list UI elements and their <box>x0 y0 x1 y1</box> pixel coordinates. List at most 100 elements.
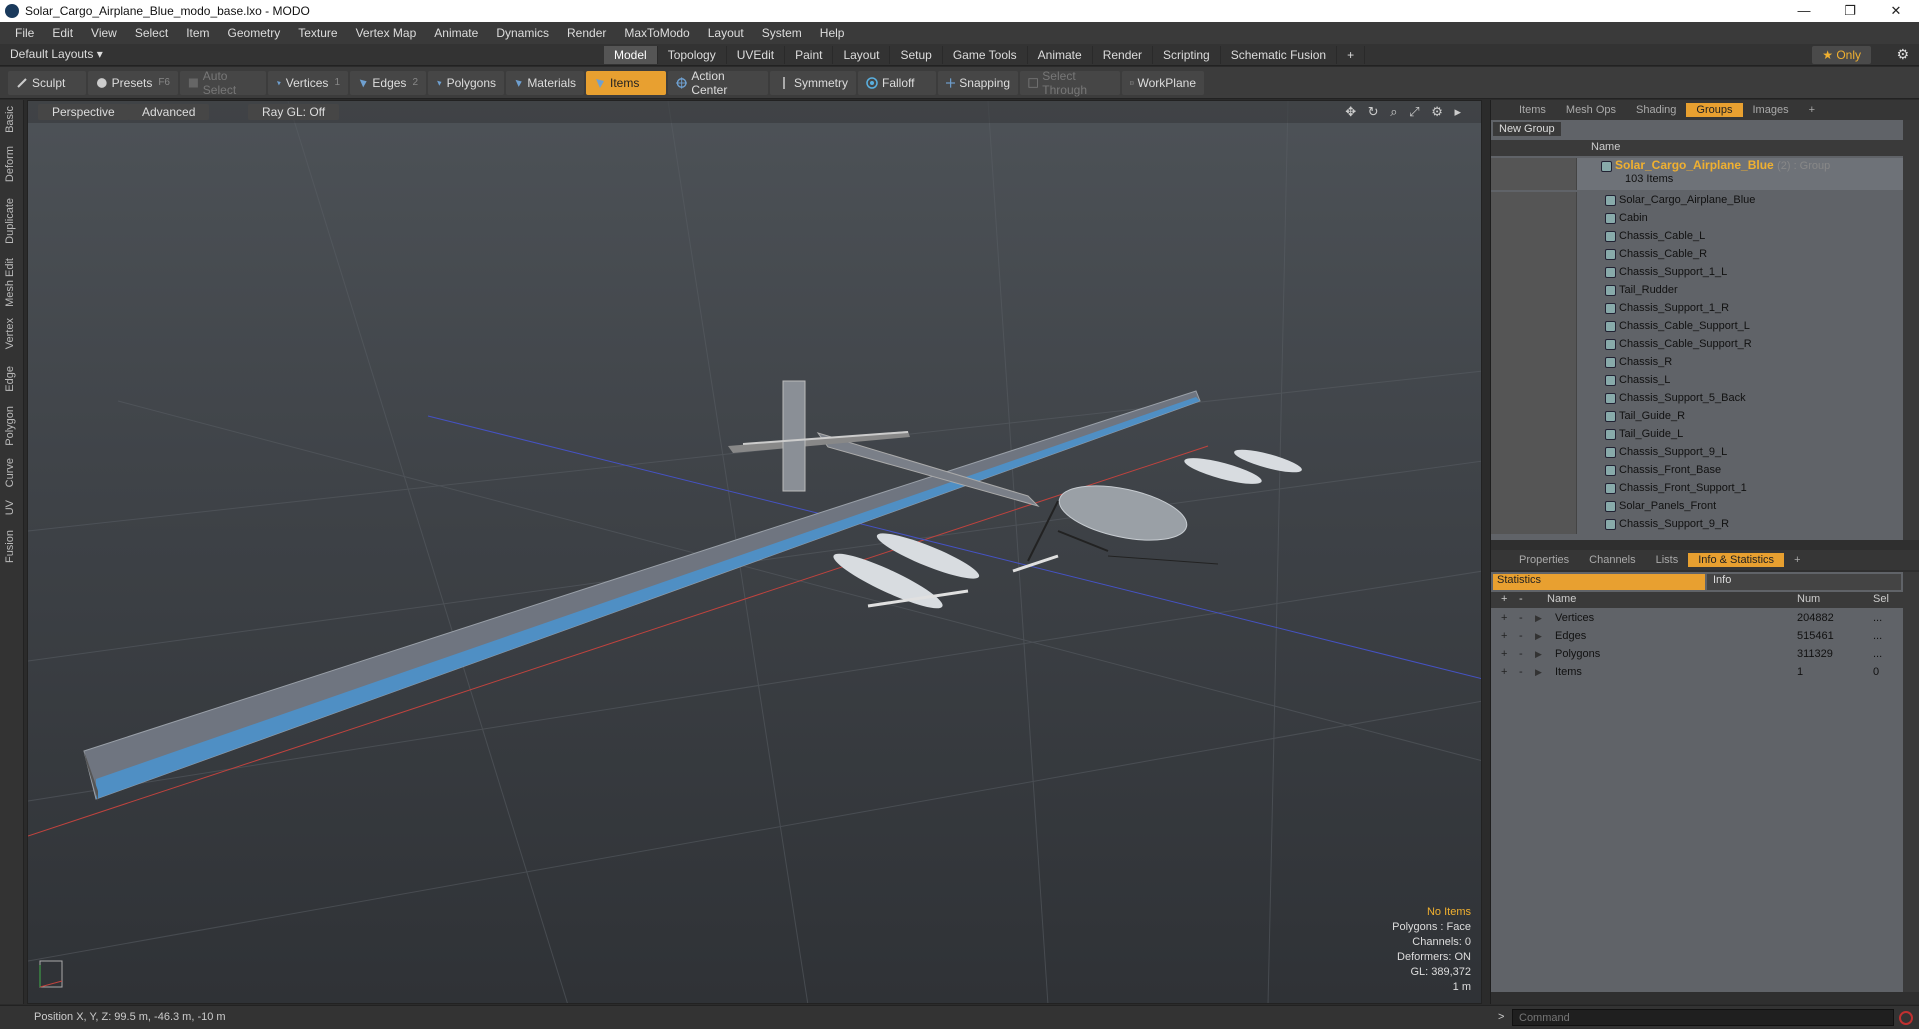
menu-maxtomodo[interactable]: MaxToModo <box>615 26 698 40</box>
tab-lists[interactable]: Lists <box>1646 553 1689 567</box>
strip-edge[interactable]: Edge <box>4 366 16 392</box>
list-item[interactable]: Cabin <box>1491 210 1903 228</box>
command-input[interactable] <box>1512 1009 1894 1026</box>
table-row[interactable]: + - ▶ Edges 515461... <box>1491 628 1903 646</box>
info-subtab[interactable]: Info <box>1707 574 1901 590</box>
tab-model[interactable]: Model <box>604 46 658 64</box>
list-item[interactable]: Chassis_Cable_L <box>1491 228 1903 246</box>
list-item[interactable]: Chassis_Support_5_Back <box>1491 390 1903 408</box>
symmetry-button[interactable]: Symmetry <box>770 70 856 95</box>
viewport-nav-icons[interactable]: ✥ ↻ ⌕ ⤢ ⚙ ▸ <box>1345 104 1465 120</box>
workplane-button[interactable]: WorkPlane <box>1122 70 1204 95</box>
statistics-subtab[interactable]: Statistics <box>1493 574 1705 590</box>
menu-view[interactable]: View <box>82 26 126 40</box>
list-item[interactable]: Tail_Rudder <box>1491 282 1903 300</box>
menu-help[interactable]: Help <box>811 26 854 40</box>
tab-layout[interactable]: Layout <box>833 46 891 64</box>
tab-channels[interactable]: Channels <box>1579 553 1645 567</box>
strip-uv[interactable]: UV <box>4 500 16 515</box>
vertices-button[interactable]: Vertices 1 <box>268 70 348 95</box>
triangle-right-icon[interactable]: ▶ <box>1535 631 1542 642</box>
list-item[interactable]: Chassis_Support_9_L <box>1491 444 1903 462</box>
triangle-right-icon[interactable]: ▶ <box>1535 613 1542 624</box>
expand-plus[interactable]: + <box>1501 612 1507 624</box>
list-item[interactable]: Chassis_L <box>1491 372 1903 390</box>
tab-schematic-fusion[interactable]: Schematic Fusion <box>1221 46 1338 64</box>
menu-file[interactable]: File <box>6 26 43 40</box>
list-item[interactable]: Chassis_Cable_Support_R <box>1491 336 1903 354</box>
expand-plus[interactable]: + <box>1501 666 1507 678</box>
tab-paint[interactable]: Paint <box>785 46 834 64</box>
list-item[interactable]: Solar_Cargo_Airplane_Blue <box>1491 192 1903 210</box>
menu-texture[interactable]: Texture <box>289 26 346 40</box>
default-layouts-dropdown[interactable]: Default Layouts ▾ <box>10 47 103 61</box>
triangle-right-icon[interactable]: ▶ <box>1535 649 1542 660</box>
strip-duplicate[interactable]: Duplicate <box>4 198 16 244</box>
collapse-minus[interactable]: - <box>1519 612 1523 624</box>
strip-fusion[interactable]: Fusion <box>4 530 16 563</box>
tab-info-statistics[interactable]: Info & Statistics <box>1688 553 1785 567</box>
list-item[interactable]: Chassis_R <box>1491 354 1903 372</box>
minimize-button[interactable]: — <box>1781 0 1827 22</box>
tab-topology[interactable]: Topology <box>658 46 727 64</box>
add-tab-button[interactable]: + <box>1337 46 1366 64</box>
tab-uvedit[interactable]: UVEdit <box>727 46 786 64</box>
tab-groups[interactable]: Groups <box>1686 103 1743 117</box>
strip-basic[interactable]: Basic <box>4 106 16 133</box>
strip-deform[interactable]: Deform <box>4 146 16 182</box>
menu-vertex-map[interactable]: Vertex Map <box>347 26 426 40</box>
tab-animate[interactable]: Animate <box>1028 46 1093 64</box>
polygons-button[interactable]: Polygons <box>428 70 504 95</box>
tab-game-tools[interactable]: Game Tools <box>943 46 1028 64</box>
select-through-button[interactable]: Select Through <box>1020 69 1120 97</box>
presets-button[interactable]: Presets F6 <box>88 70 178 95</box>
strip-curve[interactable]: Curve <box>4 458 16 487</box>
action-center-button[interactable]: Action Center <box>668 69 768 97</box>
edges-button[interactable]: Edges 2 <box>350 70 426 95</box>
collapse-minus[interactable]: - <box>1519 630 1523 642</box>
maximize-button[interactable]: ❐ <box>1827 0 1873 22</box>
statistics-scrollbar[interactable] <box>1903 572 1919 992</box>
collapse-minus[interactable]: - <box>1519 666 1523 678</box>
list-item[interactable]: Tail_Guide_L <box>1491 426 1903 444</box>
strip-mesh-edit[interactable]: Mesh Edit <box>4 258 16 307</box>
gear-icon[interactable]: ⚙ <box>1896 46 1909 63</box>
falloff-button[interactable]: Falloff <box>858 70 936 95</box>
table-row[interactable]: + - ▶ Items 1 0 <box>1491 664 1903 682</box>
snapping-button[interactable]: Snapping <box>938 70 1018 95</box>
sculpt-button[interactable]: Sculpt <box>8 70 86 95</box>
list-item[interactable]: Solar_Panels_Front <box>1491 498 1903 516</box>
expand-plus[interactable]: + <box>1501 630 1507 642</box>
auto-select-button[interactable]: Auto Select <box>180 69 266 97</box>
menu-edit[interactable]: Edit <box>43 26 82 40</box>
only-toggle[interactable]: ★ Only <box>1812 46 1871 64</box>
list-item[interactable]: Chassis_Front_Support_1 <box>1491 480 1903 498</box>
tab-render[interactable]: Render <box>1093 46 1154 64</box>
strip-polygon[interactable]: Polygon <box>4 406 16 446</box>
add-panel-tab-button[interactable]: + <box>1799 103 1825 117</box>
menu-geometry[interactable]: Geometry <box>219 26 290 40</box>
3d-viewport[interactable]: Perspective Advanced Ray GL: Off ✥ ↻ ⌕ ⤢… <box>27 100 1482 1004</box>
menu-system[interactable]: System <box>753 26 811 40</box>
close-button[interactable]: ✕ <box>1873 0 1919 22</box>
menu-select[interactable]: Select <box>126 26 177 40</box>
tab-mesh-ops[interactable]: Mesh Ops <box>1556 103 1626 117</box>
collapse-minus[interactable]: - <box>1519 648 1523 660</box>
list-item[interactable]: Chassis_Support_1_R <box>1491 300 1903 318</box>
tab-scripting[interactable]: Scripting <box>1153 46 1221 64</box>
tab-shading[interactable]: Shading <box>1626 103 1686 117</box>
list-item[interactable]: Chassis_Support_9_R <box>1491 516 1903 534</box>
triangle-right-icon[interactable]: ▶ <box>1535 667 1542 678</box>
menu-layout[interactable]: Layout <box>699 26 753 40</box>
list-item[interactable]: Chassis_Cable_Support_L <box>1491 318 1903 336</box>
raygl-toggle[interactable]: Ray GL: Off <box>248 104 340 120</box>
tab-setup[interactable]: Setup <box>890 46 943 64</box>
items-button[interactable]: Items <box>586 70 666 95</box>
list-item[interactable]: Tail_Guide_R <box>1491 408 1903 426</box>
table-row[interactable]: + - ▶ Polygons 311329... <box>1491 646 1903 664</box>
expand-plus[interactable]: + <box>1501 648 1507 660</box>
new-group-button[interactable]: New Group <box>1493 122 1561 136</box>
list-item[interactable]: Chassis_Support_1_L <box>1491 264 1903 282</box>
menu-item[interactable]: Item <box>177 26 218 40</box>
menu-dynamics[interactable]: Dynamics <box>487 26 558 40</box>
